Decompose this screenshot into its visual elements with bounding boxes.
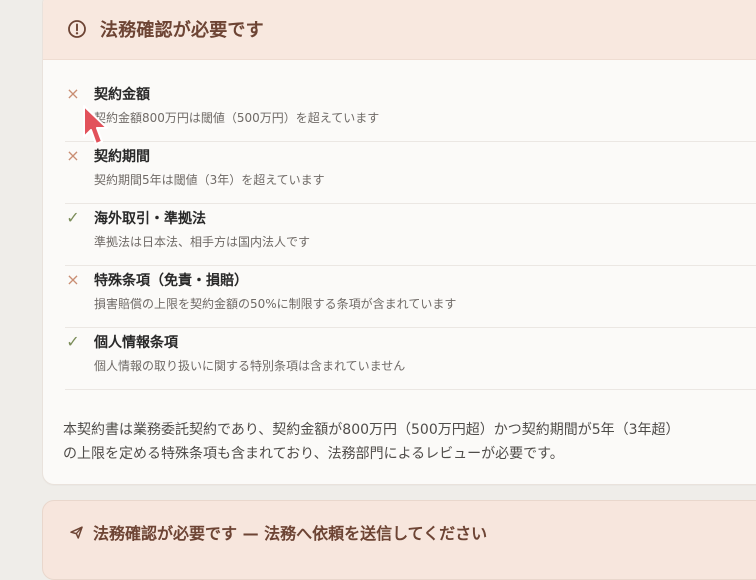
check-items-list: × 契約金額 契約金額800万円は閾値（500万円）を超えています × 契約期間… xyxy=(65,80,756,390)
cross-icon: × xyxy=(66,146,80,165)
check-item-title: 契約金額 xyxy=(94,87,150,103)
card-header: 法務確認が必要です xyxy=(43,0,756,60)
summary-line: 本契約書は業務委託契約であり、契約金額が800万円（500万円超）かつ契約期間が… xyxy=(63,422,680,438)
check-item-overseas-law: ✓ 海外取引・準拠法 準拠法は日本法、相手方は国内法人です xyxy=(65,204,756,266)
review-summary: 本契約書は業務委託契約であり、契約金額が800万円（500万円超）かつ契約期間が… xyxy=(63,418,756,466)
summary-line: の上限を定める特殊条項も含まれており、法務部門によるレビューが必要です。 xyxy=(63,446,564,462)
check-item-description: 個人情報の取り扱いに関する特別条項は含まれていません xyxy=(94,359,406,373)
check-item-contract-amount: × 契約金額 契約金額800万円は閾値（500万円）を超えています xyxy=(65,80,756,142)
check-item-description: 契約期間5年は閾値（3年）を超えています xyxy=(94,173,325,187)
cross-icon: × xyxy=(66,270,80,289)
send-icon xyxy=(69,525,84,540)
check-item-personal-info: ✓ 個人情報条項 個人情報の取り扱いに関する特別条項は含まれていません xyxy=(65,328,756,390)
check-item-title: 個人情報条項 xyxy=(94,335,178,351)
cross-icon: × xyxy=(66,84,80,103)
check-item-special-clauses: × 特殊条項（免責・損賠） 損害賠償の上限を契約金額の50%に制限する条項が含ま… xyxy=(65,266,756,328)
check-item-contract-period: × 契約期間 契約期間5年は閾値（3年）を超えています xyxy=(65,142,756,204)
send-legal-request-panel[interactable]: 法務確認が必要です — 法務へ依頼を送信してください xyxy=(42,500,756,580)
check-item-title: 特殊条項（免責・損賠） xyxy=(94,273,248,289)
legal-review-card: 法務確認が必要です × 契約金額 契約金額800万円は閾値（500万円）を超えて… xyxy=(42,0,756,485)
check-icon: ✓ xyxy=(66,208,80,227)
check-item-description: 損害賠償の上限を契約金額の50%に制限する条項が含まれています xyxy=(94,297,457,311)
check-item-title: 海外取引・準拠法 xyxy=(94,211,206,227)
check-item-description: 準拠法は日本法、相手方は国内法人です xyxy=(94,235,311,249)
send-legal-request-label: 法務確認が必要です — 法務へ依頼を送信してください xyxy=(93,524,488,543)
check-item-title: 契約期間 xyxy=(94,149,150,165)
alert-circle-icon xyxy=(67,19,87,39)
check-item-description: 契約金額800万円は閾値（500万円）を超えています xyxy=(94,111,380,125)
check-icon: ✓ xyxy=(66,332,80,351)
page-title: 法務確認が必要です xyxy=(100,20,264,41)
